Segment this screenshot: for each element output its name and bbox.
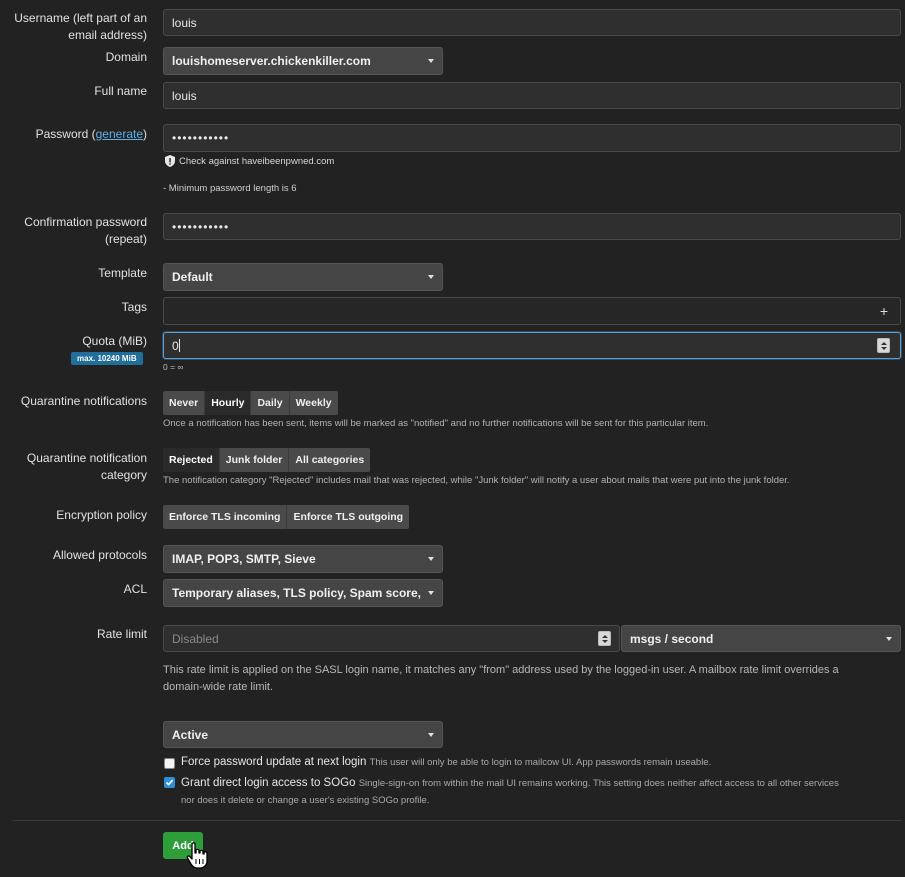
username-value: louis bbox=[172, 15, 197, 30]
chevron-down-icon bbox=[428, 557, 434, 561]
tags-input[interactable]: + bbox=[163, 297, 901, 325]
chevron-down-icon bbox=[428, 59, 434, 63]
enforce-tls-incoming-button[interactable]: Enforce TLS incoming bbox=[163, 505, 288, 529]
password-label: Password (generate) bbox=[35, 127, 147, 141]
force-password-update-label: Force password update at next login This… bbox=[181, 756, 712, 768]
quarantine-category-label: Quarantine notification category bbox=[26, 451, 147, 482]
full-name-input[interactable]: louis bbox=[163, 82, 901, 109]
rate-limit-stepper[interactable] bbox=[598, 631, 611, 646]
template-label: Template bbox=[98, 266, 147, 280]
sogo-access-label: Grant direct login access to SOGo Single… bbox=[181, 777, 839, 806]
stepper-down-icon[interactable] bbox=[880, 346, 887, 350]
add-tag-icon[interactable]: + bbox=[880, 303, 888, 319]
quota-label: Quota (MiB) bbox=[82, 334, 147, 348]
qn-daily-button[interactable]: Daily bbox=[251, 391, 290, 415]
confirm-password-input[interactable]: ••••••••••• bbox=[163, 213, 901, 240]
password-min-length-hint: - Minimum password length is 6 bbox=[163, 183, 297, 194]
generate-password-link[interactable]: generate bbox=[96, 127, 143, 141]
allowed-protocols-label: Allowed protocols bbox=[52, 548, 147, 562]
encryption-policy-label: Encryption policy bbox=[56, 508, 147, 522]
username-input[interactable]: louis bbox=[163, 9, 901, 36]
quarantine-category-group: Rejected Junk folder All categories bbox=[163, 448, 371, 472]
qn-never-button[interactable]: Never bbox=[163, 391, 206, 415]
confirm-password-value: ••••••••••• bbox=[172, 219, 230, 234]
rate-limit-unit-select[interactable]: msgs / second bbox=[621, 625, 901, 652]
shield-exclamation-icon bbox=[165, 155, 175, 167]
quota-hint: 0 = ∞ bbox=[163, 362, 184, 372]
qc-junk-folder-button[interactable]: Junk folder bbox=[219, 448, 290, 472]
domain-select[interactable]: louishomeserver.chickenkiller.com bbox=[163, 47, 443, 75]
hibp-check-label: Check against haveibeenpwned.com bbox=[179, 155, 335, 167]
domain-label: Domain bbox=[105, 50, 147, 64]
enforce-tls-outgoing-button[interactable]: Enforce TLS outgoing bbox=[287, 505, 410, 529]
rate-limit-hint: This rate limit is applied on the SASL l… bbox=[163, 664, 839, 693]
quarantine-category-hint: The notification category "Rejected" inc… bbox=[163, 475, 790, 486]
qc-all-categories-button[interactable]: All categories bbox=[289, 448, 371, 472]
template-value: Default bbox=[172, 270, 213, 284]
chevron-down-icon bbox=[886, 636, 892, 641]
username-label: Username (left part of an email address) bbox=[14, 11, 147, 42]
text-cursor bbox=[178, 339, 180, 352]
stepper-up-icon[interactable] bbox=[880, 341, 887, 345]
quota-max-badge: max. 10240 MiB bbox=[71, 352, 143, 365]
password-value: ••••••••••• bbox=[172, 131, 230, 145]
force-password-update-checkbox[interactable] bbox=[164, 758, 175, 769]
rate-limit-unit-value: msgs / second bbox=[630, 631, 714, 646]
add-mailbox-form: Username (left part of an email address)… bbox=[0, 0, 905, 877]
acl-label: ACL bbox=[123, 582, 147, 596]
qc-rejected-button[interactable]: Rejected bbox=[163, 448, 220, 472]
quota-value: 0 bbox=[172, 338, 179, 353]
chevron-down-icon bbox=[428, 591, 434, 595]
confirm-password-label: Confirmation password (repeat) bbox=[24, 215, 147, 246]
sogo-access-checkbox[interactable] bbox=[164, 777, 175, 788]
checkmark-icon bbox=[165, 779, 174, 786]
acl-select[interactable]: Temporary aliases, TLS policy, Spam scor… bbox=[163, 579, 443, 607]
hand-pointer-icon bbox=[186, 842, 208, 869]
qn-weekly-button[interactable]: Weekly bbox=[289, 391, 338, 415]
chevron-down-icon bbox=[428, 732, 434, 737]
rate-limit-label: Rate limit bbox=[96, 627, 147, 641]
tags-label: Tags bbox=[121, 300, 147, 314]
quarantine-notifications-group: Never Hourly Daily Weekly bbox=[163, 391, 338, 415]
quarantine-notifications-label: Quarantine notifications bbox=[20, 394, 147, 408]
template-select[interactable]: Default bbox=[163, 263, 443, 291]
full-name-label: Full name bbox=[94, 84, 147, 98]
full-name-value: louis bbox=[172, 88, 197, 103]
rate-limit-placeholder: Disabled bbox=[172, 631, 219, 646]
quarantine-notifications-hint: Once a notification has been sent, items… bbox=[163, 418, 709, 429]
hibp-check[interactable]: Check against haveibeenpwned.com bbox=[165, 155, 334, 167]
encryption-policy-group: Enforce TLS incoming Enforce TLS outgoin… bbox=[163, 505, 410, 529]
form-divider bbox=[12, 820, 901, 821]
stepper-up-icon[interactable] bbox=[601, 634, 608, 638]
chevron-down-icon bbox=[428, 275, 434, 279]
acl-value: Temporary aliases, TLS policy, Spam scor… bbox=[172, 586, 422, 600]
allowed-protocols-select[interactable]: IMAP, POP3, SMTP, Sieve bbox=[163, 545, 443, 573]
active-status-value: Active bbox=[172, 727, 209, 742]
qn-hourly-button[interactable]: Hourly bbox=[205, 391, 252, 415]
active-status-select[interactable]: Active bbox=[163, 721, 443, 748]
password-input[interactable]: ••••••••••• bbox=[163, 124, 901, 152]
quota-stepper[interactable] bbox=[877, 338, 890, 353]
domain-value: louishomeserver.chickenkiller.com bbox=[172, 54, 371, 68]
quota-input[interactable]: 0 bbox=[163, 332, 901, 359]
stepper-down-icon[interactable] bbox=[601, 639, 608, 643]
allowed-protocols-value: IMAP, POP3, SMTP, Sieve bbox=[172, 552, 316, 566]
rate-limit-input[interactable]: Disabled bbox=[163, 625, 620, 652]
